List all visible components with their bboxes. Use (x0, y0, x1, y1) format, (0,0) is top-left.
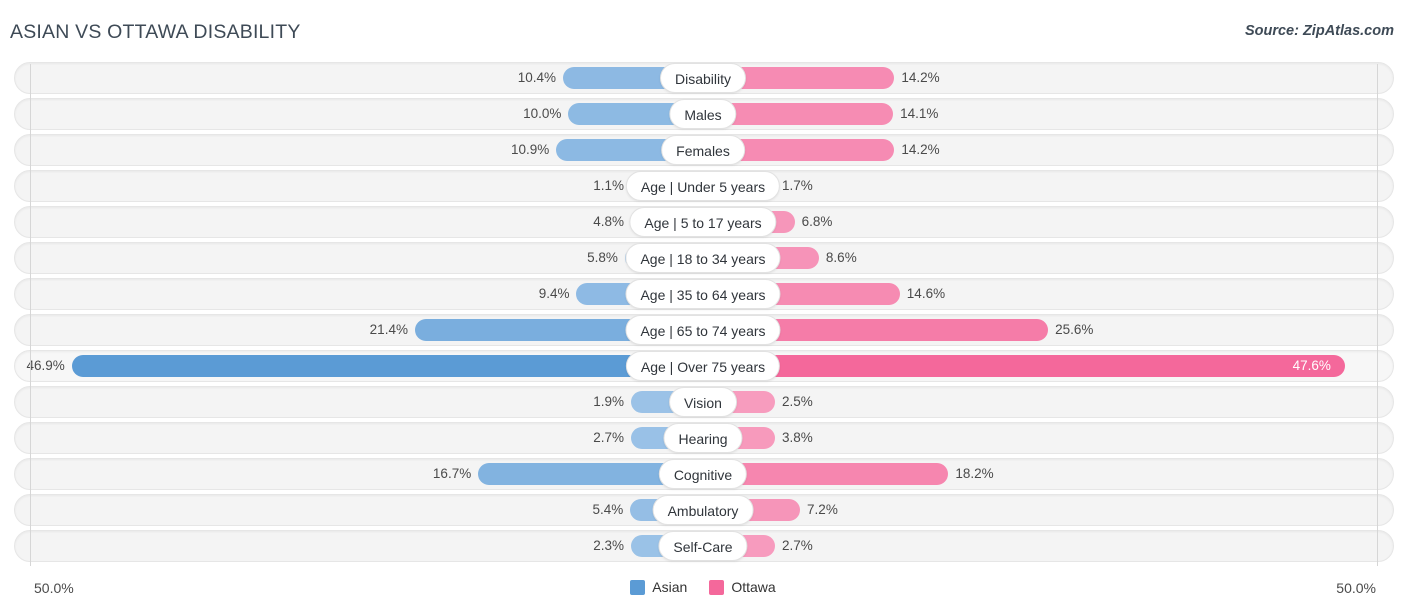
value-label-ottawa: 14.2% (901, 70, 940, 85)
legend-label: Ottawa (731, 579, 776, 595)
table-row[interactable]: 9.4% 14.6% Age | 35 to 64 years (0, 278, 1406, 310)
value-label-asian: 46.9% (26, 358, 65, 373)
bar-asian[interactable] (71, 355, 703, 377)
value-label-ottawa: 6.8% (801, 214, 833, 229)
value-label-asian: 1.1% (593, 178, 624, 193)
value-label-ottawa: 7.2% (807, 502, 838, 517)
category-label-pill[interactable]: Females (661, 135, 745, 165)
category-label-pill[interactable]: Age | 65 to 74 years (625, 315, 781, 345)
table-row[interactable]: 2.7% 3.8% Hearing (0, 422, 1406, 454)
value-label-ottawa: 18.2% (955, 466, 994, 481)
table-row[interactable]: 10.9% 14.2% Females (0, 134, 1406, 166)
category-label-pill[interactable]: Age | 5 to 17 years (629, 207, 777, 237)
category-label-pill[interactable]: Males (669, 99, 737, 129)
bar-ottawa[interactable] (703, 355, 1345, 377)
value-label-ottawa: 14.1% (900, 106, 939, 121)
value-label-asian: 10.0% (523, 106, 562, 121)
category-label-pill[interactable]: Age | Over 75 years (625, 351, 781, 381)
value-label-ottawa: 3.8% (782, 430, 813, 445)
table-row[interactable]: 1.1% 1.7% Age | Under 5 years (0, 170, 1406, 202)
value-label-asian: 4.8% (593, 214, 624, 229)
value-label-ottawa: 1.7% (782, 178, 813, 193)
legend-item-asian[interactable]: Asian (630, 579, 687, 595)
value-label-asian: 5.4% (592, 502, 624, 517)
table-row[interactable]: 10.4% 14.2% Disability (0, 62, 1406, 94)
category-label-pill[interactable]: Cognitive (658, 459, 748, 489)
table-row[interactable]: 16.7% 18.2% Cognitive (0, 458, 1406, 490)
value-label-asian: 5.8% (587, 250, 618, 265)
value-label-asian: 16.7% (432, 466, 472, 481)
value-label-asian: 1.9% (593, 394, 624, 409)
value-label-ottawa: 2.5% (782, 394, 813, 409)
chart-plot-area: 10.4% 14.2% Disability 10.0% 14.1% Males 10.9%… (0, 62, 1406, 572)
value-label-ottawa: 47.6% (1292, 358, 1331, 373)
table-row[interactable]: 5.8% 8.6% Age | 18 to 34 years (0, 242, 1406, 274)
table-row[interactable]: 1.9% 2.5% Vision (0, 386, 1406, 418)
source-attribution: Source: ZipAtlas.com (1244, 23, 1394, 39)
legend-item-ottawa[interactable]: Ottawa (709, 579, 776, 595)
category-label-pill[interactable]: Hearing (663, 423, 743, 453)
page-title: ASIAN VS OTTAWA DISABILITY (10, 21, 301, 43)
value-label-asian: 2.3% (593, 538, 624, 553)
chart-footer: 50.0% 50.0% Asian Ottawa (0, 572, 1406, 612)
bar-row-list: 10.4% 14.2% Disability 10.0% 14.1% Males 10.9%… (0, 62, 1406, 566)
value-label-asian: 10.9% (511, 142, 550, 157)
value-label-ottawa: 14.6% (906, 286, 946, 301)
value-label-asian: 21.4% (369, 322, 408, 337)
chart-header: ASIAN VS OTTAWA DISABILITY Source: ZipAt… (0, 0, 1406, 62)
category-label-pill[interactable]: Age | Under 5 years (625, 171, 781, 201)
category-label-pill[interactable]: Ambulatory (652, 495, 754, 525)
table-row[interactable]: 4.8% 6.8% Age | 5 to 17 years (0, 206, 1406, 238)
value-label-ottawa: 2.7% (782, 538, 813, 553)
table-row[interactable]: 2.3% 2.7% Self-Care (0, 530, 1406, 562)
legend-swatch-icon (709, 579, 725, 595)
value-label-ottawa: 14.2% (901, 142, 940, 157)
table-row[interactable]: 10.0% 14.1% Males (0, 98, 1406, 130)
value-label-asian: 2.7% (593, 430, 624, 445)
table-row[interactable]: 21.4% 25.6% Age | 65 to 74 years (0, 314, 1406, 346)
category-label-pill[interactable]: Vision (669, 387, 737, 417)
table-row[interactable]: 5.4% 7.2% Ambulatory (0, 494, 1406, 526)
chart-legend: Asian Ottawa (0, 579, 1406, 595)
category-label-pill[interactable]: Self-Care (658, 531, 748, 561)
value-label-ottawa: 8.6% (825, 250, 857, 265)
value-label-asian: 9.4% (538, 286, 570, 301)
value-label-ottawa: 25.6% (1055, 322, 1094, 337)
category-label-pill[interactable]: Disability (659, 63, 747, 93)
legend-swatch-icon (630, 579, 646, 595)
category-label-pill[interactable]: Age | 35 to 64 years (625, 279, 781, 309)
category-label-pill[interactable]: Age | 18 to 34 years (625, 243, 781, 273)
table-row[interactable]: 46.9% 47.6% Age | Over 75 years (0, 350, 1406, 382)
legend-label: Asian (652, 579, 688, 595)
value-label-asian: 10.4% (517, 70, 557, 85)
